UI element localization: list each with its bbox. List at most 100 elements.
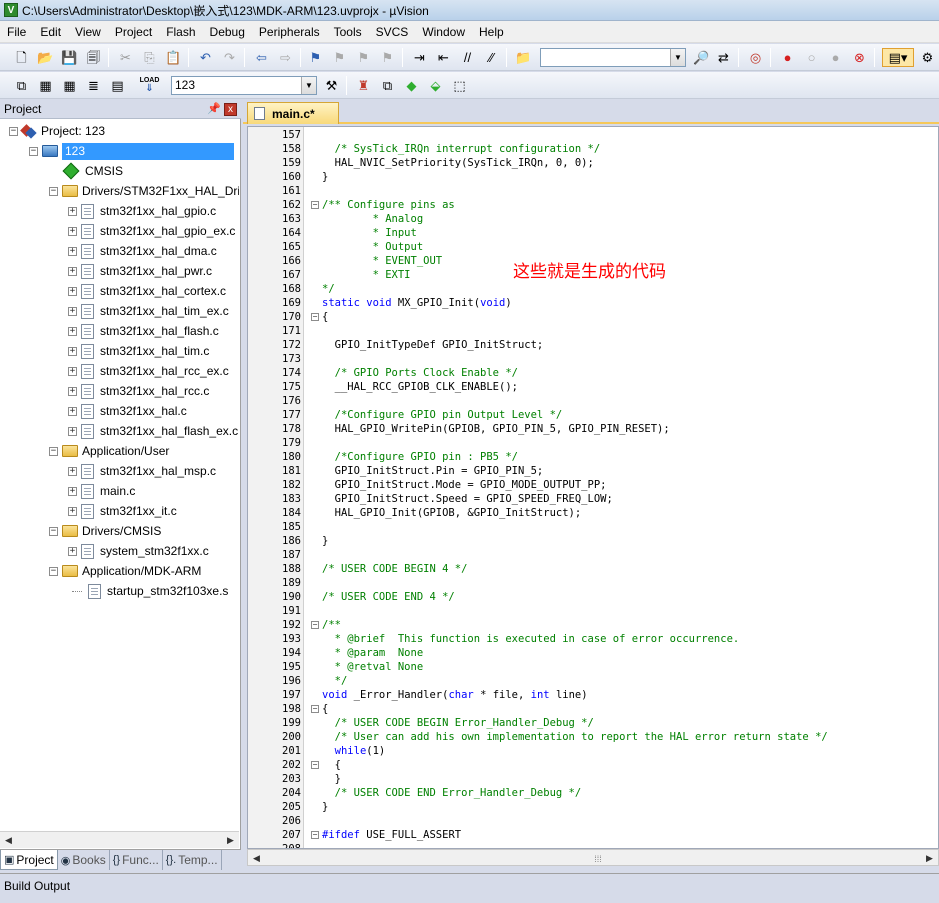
horizontal-scrollbar[interactable]: ◀ ⁞⁞⁞ ▶ — [247, 849, 939, 866]
batch-build-icon[interactable]: ≣ — [84, 76, 103, 95]
tab-func[interactable]: {} Func... — [110, 850, 163, 870]
menu-tools[interactable]: Tools — [327, 22, 369, 42]
expand-icon[interactable]: + — [68, 266, 77, 276]
scroll-right-icon[interactable]: ▶ — [223, 833, 238, 848]
pin-icon[interactable]: 📌 — [207, 102, 221, 115]
tree-item[interactable]: − Drivers/CMSIS — [49, 522, 161, 540]
insert-breakpoint-icon[interactable]: ● — [778, 48, 797, 67]
replace-icon[interactable]: ⇄ — [714, 48, 733, 67]
uncomment-selection-icon[interactable]: ⁄⁄ — [482, 48, 501, 67]
tab-project[interactable]: ▣ Project — [0, 850, 58, 870]
collapse-icon[interactable]: − — [49, 186, 58, 196]
expand-icon[interactable]: + — [68, 306, 77, 316]
tree-item[interactable]: + stm32f1xx_hal_cortex.c — [68, 282, 226, 300]
load-download-icon[interactable]: LOAD ⇓ — [140, 76, 160, 95]
fold-toggle-icon[interactable]: − — [311, 761, 319, 769]
tree-item[interactable]: + stm32f1xx_hal.c — [68, 402, 187, 420]
menu-view[interactable]: View — [68, 22, 108, 42]
close-icon[interactable]: x — [224, 103, 237, 116]
configure-icon[interactable]: ⚙ — [918, 48, 937, 67]
scroll-thumb-grip-icon[interactable]: ⁞⁞⁞ — [588, 851, 608, 866]
indent-icon[interactable]: ⇥ — [410, 48, 429, 67]
pack-installer-icon[interactable]: ⬚ — [450, 76, 469, 95]
manage-multi-project-icon[interactable]: ⧉ — [378, 76, 397, 95]
menu-debug[interactable]: Debug — [203, 22, 252, 42]
tree-item[interactable]: − Application/MDK-ARM — [49, 562, 201, 580]
tree-item[interactable]: + stm32f1xx_hal_dma.c — [68, 242, 217, 260]
menu-help[interactable]: Help — [472, 22, 511, 42]
tree-target[interactable]: − 123 — [29, 142, 234, 160]
chevron-down-icon[interactable]: ▼ — [301, 77, 316, 94]
kill-all-breakpoints-icon[interactable]: ⊗ — [850, 48, 869, 67]
menu-peripherals[interactable]: Peripherals — [252, 22, 327, 42]
tree-item[interactable]: + stm32f1xx_hal_gpio.c — [68, 202, 216, 220]
scroll-left-icon[interactable]: ◀ — [1, 833, 16, 848]
fold-toggle-icon[interactable]: − — [311, 201, 319, 209]
scroll-left-icon[interactable]: ◀ — [249, 851, 264, 866]
code-editor[interactable]: 157 158 /* SysTick_IRQn interrupt configu… — [247, 126, 939, 849]
cut-icon[interactable]: ✂ — [116, 48, 135, 67]
redo-icon[interactable]: ↷ — [220, 48, 239, 67]
expand-icon[interactable]: + — [68, 326, 77, 336]
comment-selection-icon[interactable]: // — [458, 48, 477, 67]
window-layout-icon[interactable]: ▤▾ — [882, 48, 914, 67]
new-file-icon[interactable]: 🗋 — [12, 48, 31, 67]
fold-toggle-icon[interactable]: − — [311, 705, 319, 713]
tree-item[interactable]: + stm32f1xx_hal_flash.c — [68, 322, 219, 340]
collapse-icon[interactable]: − — [49, 526, 58, 536]
tree-item[interactable]: + stm32f1xx_hal_tim_ex.c — [68, 302, 229, 320]
tree-item[interactable]: + stm32f1xx_hal_flash_ex.c — [68, 422, 238, 440]
disable-all-breakpoints-icon[interactable]: ● — [826, 48, 845, 67]
tree-item[interactable]: + system_stm32f1xx.c — [68, 542, 209, 560]
tab-temp[interactable]: {}. Temp... — [163, 850, 222, 870]
collapse-icon[interactable]: − — [9, 126, 18, 136]
save-all-icon[interactable]: 🗐 — [84, 48, 103, 67]
menu-flash[interactable]: Flash — [159, 22, 202, 42]
tree-item[interactable]: + stm32f1xx_hal_msp.c — [68, 462, 216, 480]
horizontal-scrollbar[interactable]: ◀ ▶ — [0, 831, 239, 848]
tree-item[interactable]: startup_stm32f103xe.s — [72, 582, 228, 600]
rebuild-icon[interactable]: ▦ — [60, 76, 79, 95]
tree-item[interactable]: + stm32f1xx_hal_rcc.c — [68, 382, 209, 400]
project-root[interactable]: − Project: 123 — [9, 122, 105, 140]
save-icon[interactable]: 💾 — [60, 48, 79, 67]
target-options-icon[interactable]: ⚒ — [322, 76, 341, 95]
tab-main-c[interactable]: main.c* — [247, 102, 339, 124]
tree-item[interactable]: + stm32f1xx_hal_pwr.c — [68, 262, 212, 280]
fold-toggle-icon[interactable]: − — [311, 621, 319, 629]
manage-project-items-icon[interactable]: ♜ — [354, 76, 373, 95]
debug-session-icon[interactable]: ◎ — [746, 48, 765, 67]
tree-item[interactable]: + stm32f1xx_hal_tim.c — [68, 342, 209, 360]
expand-icon[interactable]: + — [68, 506, 77, 516]
clear-bookmarks-icon[interactable]: ⚑ — [378, 48, 397, 67]
undo-icon[interactable]: ↶ — [196, 48, 215, 67]
build-icon[interactable]: ▦ — [36, 76, 55, 95]
menu-edit[interactable]: Edit — [33, 22, 68, 42]
disable-breakpoint-icon[interactable]: ○ — [802, 48, 821, 67]
expand-icon[interactable]: + — [68, 486, 77, 496]
navigate-forward-icon[interactable]: ⇨ — [276, 48, 295, 67]
expand-icon[interactable]: + — [68, 366, 77, 376]
tree-item[interactable]: + stm32f1xx_hal_gpio_ex.c — [68, 222, 235, 240]
bookmark-icon[interactable]: ⚑ — [306, 48, 325, 67]
open-folder-icon[interactable]: 📂 — [36, 48, 55, 67]
expand-icon[interactable]: + — [68, 426, 77, 436]
tree-item[interactable]: CMSIS — [62, 162, 123, 180]
paste-icon[interactable]: 📋 — [164, 48, 183, 67]
expand-icon[interactable]: + — [68, 226, 77, 236]
next-bookmark-icon[interactable]: ⚑ — [354, 48, 373, 67]
expand-icon[interactable]: + — [68, 546, 77, 556]
find-combo[interactable]: ▼ — [540, 48, 686, 67]
fold-toggle-icon[interactable]: − — [311, 831, 319, 839]
select-software-packs-icon[interactable]: ⬙ — [426, 76, 445, 95]
expand-icon[interactable]: + — [68, 346, 77, 356]
find-icon[interactable]: 🔎 — [692, 48, 711, 67]
tree-item[interactable]: + main.c — [68, 482, 135, 500]
target-select[interactable]: 123 ▼ — [171, 76, 317, 95]
menu-project[interactable]: Project — [108, 22, 159, 42]
expand-icon[interactable]: + — [68, 246, 77, 256]
find-in-files-icon[interactable]: 📁 — [514, 48, 533, 67]
tree-item[interactable]: + stm32f1xx_it.c — [68, 502, 177, 520]
prev-bookmark-icon[interactable]: ⚑ — [330, 48, 349, 67]
expand-icon[interactable]: + — [68, 286, 77, 296]
